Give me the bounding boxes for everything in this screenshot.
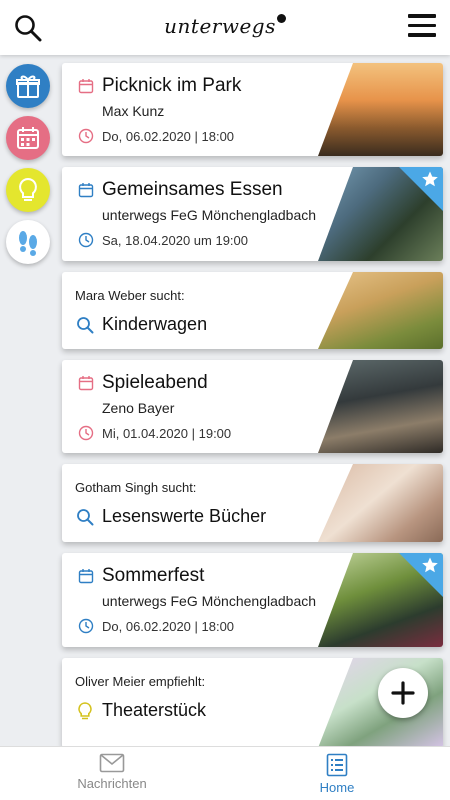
recommend-person: Oliver Meier	[75, 674, 146, 689]
recommend-title: Theaterstück	[102, 700, 207, 720]
list-icon	[326, 753, 348, 777]
search-image	[318, 272, 443, 349]
calendar-icon	[78, 183, 94, 198]
event-card[interactable]: Spieleabend Zeno Bayer Mi, 01.04.2020 | …	[62, 360, 443, 453]
event-card[interactable]: Sommerfest unterwegs FeG Mönchengladbach…	[62, 553, 443, 647]
search-image	[318, 464, 443, 542]
clock-icon	[78, 128, 94, 144]
star-icon	[422, 171, 438, 187]
search-card[interactable]: Mara Weber sucht: Kinderwagen	[62, 272, 443, 349]
search-person: Gotham Singh	[75, 480, 159, 495]
event-image	[318, 63, 443, 156]
logo-text: unterwegs	[164, 14, 276, 38]
magnifier-icon	[77, 508, 94, 525]
hamburger-menu-icon[interactable]	[408, 14, 436, 38]
clock-icon	[78, 232, 94, 248]
clock-icon	[78, 425, 94, 441]
search-verb: sucht:	[161, 480, 197, 495]
footprints-icon[interactable]	[6, 220, 50, 264]
app-header: unterwegs	[0, 0, 450, 55]
event-title: Sommerfest	[102, 565, 205, 586]
event-title: Spieleabend	[102, 372, 208, 393]
app-logo: unterwegs	[0, 14, 450, 38]
event-organizer: Zeno Bayer	[102, 400, 175, 416]
calendar-icon	[78, 79, 94, 94]
event-date: Sa, 18.04.2020 um 19:00	[102, 232, 249, 248]
add-button[interactable]	[378, 668, 428, 718]
event-title: Picknick im Park	[102, 75, 242, 96]
event-organizer: Max Kunz	[102, 103, 165, 119]
tab-home-label: Home	[319, 780, 355, 795]
feed-list: Picknick im Park Max Kunz Do, 06.02.2020…	[62, 63, 443, 759]
tab-messages-label: Nachrichten	[77, 776, 147, 791]
event-organizer: unterwegs FeG Mönchengladbach	[102, 207, 317, 223]
star-icon	[422, 557, 438, 573]
lightbulb-icon[interactable]	[6, 168, 50, 212]
gift-icon[interactable]	[6, 64, 50, 108]
event-card[interactable]: Picknick im Park Max Kunz Do, 06.02.2020…	[62, 63, 443, 156]
calendar-icon	[78, 376, 94, 391]
recommend-verb: empfiehlt:	[148, 674, 206, 689]
search-title: Lesenswerte Bücher	[102, 506, 267, 526]
event-title: Gemeinsames Essen	[102, 179, 283, 200]
calendar-icon	[78, 569, 94, 584]
event-date: Mi, 01.04.2020 | 19:00	[102, 425, 232, 441]
calendar-icon[interactable]	[6, 116, 50, 160]
tab-messages[interactable]: Nachrichten	[52, 753, 172, 791]
search-person: Mara Weber	[75, 288, 147, 303]
bottom-tab-bar: Nachrichten Home	[0, 746, 450, 800]
search-verb: sucht:	[149, 288, 185, 303]
search-title: Kinderwagen	[102, 314, 208, 334]
lightbulb-icon	[78, 701, 92, 719]
plus-icon	[391, 681, 415, 705]
logo-badge	[276, 14, 286, 23]
app-screen: unterwegs Picknick im Park Max Kunz Do, …	[0, 0, 450, 800]
clock-icon	[78, 618, 94, 634]
event-image	[318, 360, 443, 453]
event-date: Do, 06.02.2020 | 18:00	[102, 128, 235, 144]
event-organizer: unterwegs FeG Mönchengladbach	[102, 593, 317, 609]
search-card[interactable]: Gotham Singh sucht: Lesenswerte Bücher	[62, 464, 443, 542]
sidebar	[6, 64, 52, 272]
event-card[interactable]: Gemeinsames Essen unterwegs FeG Möncheng…	[62, 167, 443, 261]
tab-home[interactable]: Home	[277, 753, 397, 795]
event-date: Do, 06.02.2020 | 18:00	[102, 618, 235, 634]
magnifier-icon	[77, 316, 94, 333]
envelope-icon	[99, 753, 125, 773]
